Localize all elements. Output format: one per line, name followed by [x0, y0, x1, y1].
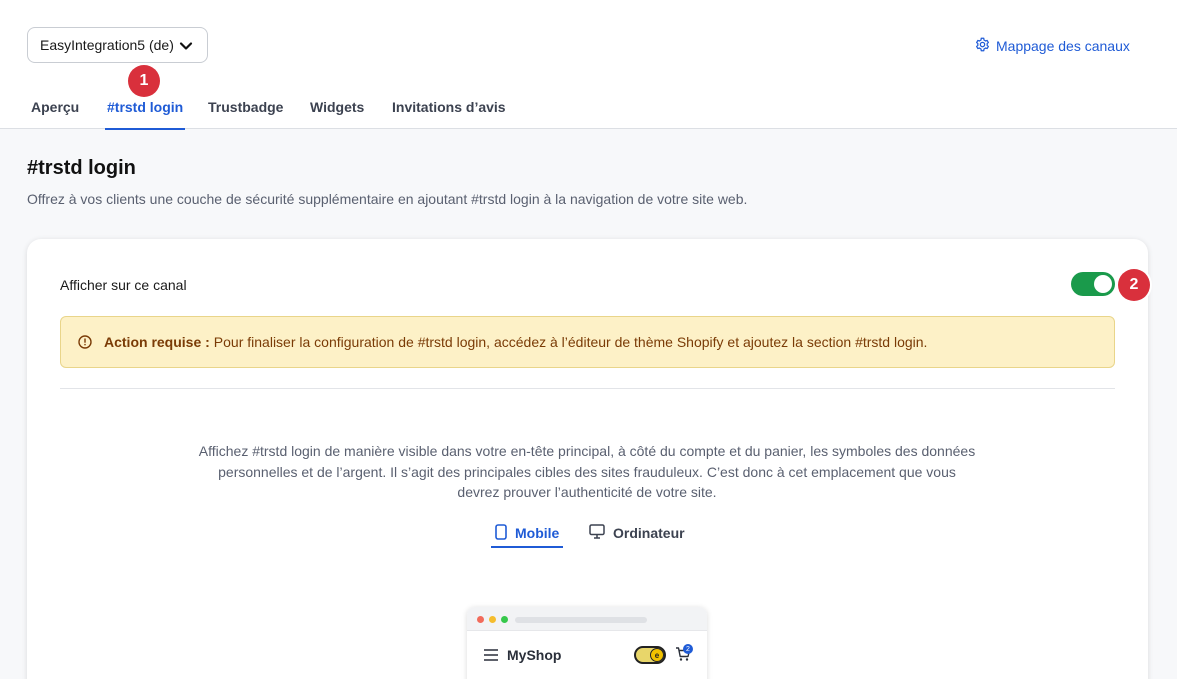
- placement-description: Affichez #trstd login de manière visible…: [198, 443, 976, 500]
- annotation-marker-2: 2: [1118, 269, 1150, 301]
- gear-icon: [975, 37, 990, 55]
- view-tab-desktop[interactable]: Ordinateur: [589, 519, 685, 547]
- tab-widgets[interactable]: Widgets: [310, 88, 364, 129]
- minimize-dot: [489, 616, 496, 623]
- hamburger-menu-icon: [484, 648, 498, 666]
- desktop-icon: [589, 524, 605, 542]
- view-tab-mobile[interactable]: Mobile: [490, 519, 564, 548]
- url-bar: [515, 617, 647, 623]
- mobile-preview: MyShop e 2: [467, 607, 707, 679]
- tab-bar: Aperçu #trstd login Trustbadge Widgets I…: [0, 88, 600, 130]
- show-on-channel-toggle[interactable]: [1071, 272, 1115, 296]
- channel-mapping-link[interactable]: Mappage des canaux: [975, 37, 1130, 55]
- trusted-coin-icon: e: [650, 648, 664, 662]
- divider: [60, 388, 1115, 389]
- show-on-channel-label: Afficher sur ce canal: [60, 277, 187, 293]
- tab-invitations[interactable]: Invitations d’avis: [392, 88, 506, 129]
- shop-selector[interactable]: EasyIntegration5 (de): [27, 27, 208, 63]
- page-subtitle: Offrez à vos clients une couche de sécur…: [27, 191, 748, 207]
- chevron-down-icon: [179, 39, 193, 56]
- maximize-dot: [501, 616, 508, 623]
- cart-count-badge: 2: [683, 644, 693, 654]
- settings-card: Afficher sur ce canal Action requise : P…: [27, 239, 1148, 679]
- tab-apercu[interactable]: Aperçu: [31, 88, 79, 129]
- annotation-marker-1: 1: [128, 65, 160, 97]
- alert-text: Pour finaliser la configuration de #trst…: [213, 334, 928, 350]
- top-bar: EasyIntegration5 (de) Mappage des canaux…: [0, 0, 1177, 130]
- tab-trustbadge[interactable]: Trustbadge: [208, 88, 283, 129]
- action-required-alert: Action requise : Pour finaliser la confi…: [60, 316, 1115, 368]
- view-tab-mobile-label: Mobile: [515, 525, 560, 541]
- toggle-knob: [1094, 275, 1112, 293]
- preview-shop-name: MyShop: [507, 647, 562, 663]
- close-dot: [477, 616, 484, 623]
- mobile-icon: [495, 523, 507, 543]
- view-tab-desktop-label: Ordinateur: [613, 525, 685, 541]
- preview-shop-header: MyShop e 2: [467, 631, 707, 679]
- warning-icon: [78, 335, 92, 349]
- browser-chrome: [467, 607, 707, 631]
- trstd-login-icon: e: [634, 646, 666, 664]
- shop-selector-label: EasyIntegration5 (de): [40, 37, 174, 53]
- alert-label: Action requise :: [104, 334, 210, 350]
- page-title: #trstd login: [27, 157, 136, 179]
- channel-mapping-label: Mappage des canaux: [996, 38, 1130, 54]
